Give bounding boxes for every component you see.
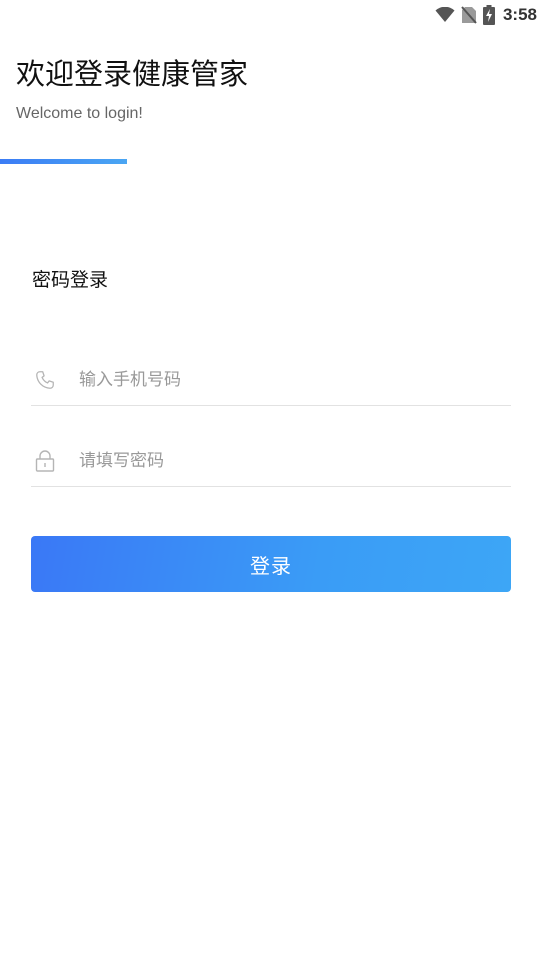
accent-bar: [0, 159, 127, 164]
phone-field: [31, 355, 511, 406]
password-field: [31, 436, 511, 487]
no-sim-icon: [461, 6, 477, 24]
password-input[interactable]: [79, 441, 479, 481]
phone-input[interactable]: [79, 360, 479, 400]
wifi-icon: [435, 7, 455, 22]
status-time: 3:58: [502, 5, 537, 24]
lock-icon: [33, 449, 57, 473]
page-subtitle: Welcome to login!: [16, 105, 143, 122]
battery-charging-icon: [482, 5, 495, 25]
login-button[interactable]: 登录: [31, 536, 511, 592]
page-title: 欢迎登录健康管家: [16, 57, 249, 91]
status-bar: 3:58: [435, 0, 541, 30]
login-mode-label: 密码登录: [32, 269, 109, 291]
phone-icon: [33, 368, 57, 392]
